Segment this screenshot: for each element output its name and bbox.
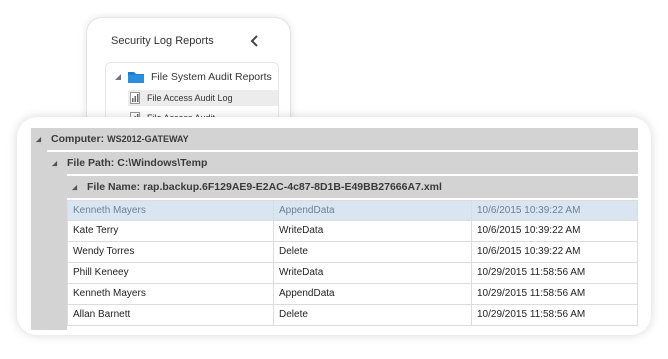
cell-user: Allan Barnett [67, 305, 273, 325]
table-row[interactable]: Kenneth Mayers AppendData 10/29/2015 11:… [67, 284, 638, 305]
cell-time: 10/29/2015 11:58:56 AM [471, 263, 638, 283]
table-row[interactable]: Allan Barnett Delete 10/29/2015 11:58:56… [67, 305, 638, 326]
table-row[interactable]: Kate Terry WriteData 10/6/2015 10:39:22 … [67, 221, 638, 242]
table-row[interactable]: Phill Keneey WriteData 10/29/2015 11:58:… [67, 263, 638, 284]
cell-time: 10/29/2015 11:58:56 AM [471, 284, 638, 304]
cell-user: Kenneth Mayers [67, 284, 273, 304]
group-row-file-path[interactable]: File Path: C:\Windows\Temp [47, 152, 638, 174]
cell-action: Delete [273, 305, 471, 325]
triangle-expanded-icon[interactable] [71, 184, 78, 191]
report-icon [130, 92, 140, 104]
table-row[interactable]: Wendy Torres Delete 10/6/2015 10:39:22 A… [67, 242, 638, 263]
group-value: WS2012-GATEWAY [107, 134, 189, 144]
chevron-left-icon[interactable] [249, 34, 261, 48]
cell-time: 10/6/2015 10:39:22 AM [471, 201, 638, 221]
tree-folder-file-system-audit-reports[interactable]: File System Audit Reports [114, 69, 272, 85]
folder-icon [128, 72, 144, 83]
cell-action: Delete [273, 242, 471, 262]
cell-user: Wendy Torres [67, 242, 273, 262]
triangle-expanded-icon[interactable] [51, 160, 58, 167]
cell-time: 10/6/2015 10:39:22 AM [471, 242, 638, 262]
cell-user: Phill Keneey [67, 263, 273, 283]
cell-action: AppendData [273, 284, 471, 304]
table-row[interactable]: Kenneth Mayers AppendData 10/6/2015 10:3… [67, 200, 638, 221]
security-log-reports-panel: Security Log Reports File System Audit R… [86, 17, 291, 134]
triangle-expanded-icon[interactable] [114, 73, 122, 81]
cell-user: Kate Terry [67, 221, 273, 241]
cell-action: WriteData [273, 263, 471, 283]
data-rows: Kenneth Mayers AppendData 10/6/2015 10:3… [67, 200, 638, 326]
panel-title: Security Log Reports [111, 35, 214, 47]
tree-item-label: File Access Audit Log [147, 93, 233, 103]
tree-folder-label: File System Audit Reports [151, 71, 272, 83]
group-label: File Name: [87, 181, 141, 193]
group-label: File Path: [67, 157, 115, 169]
audit-log-grid-panel: Computer: WS2012-GATEWAY File Path: C:\W… [17, 117, 651, 335]
tree-item-file-access-audit-log[interactable]: File Access Audit Log [128, 90, 278, 106]
group-indent [31, 150, 47, 330]
group-value: C:\Windows\Temp [117, 157, 208, 169]
group-indent [47, 174, 67, 330]
group-value: rap.backup.6F129AE9-E2AC-4c87-8D1B-E49BB… [143, 181, 442, 193]
cell-action: AppendData [273, 201, 471, 221]
cell-time: 10/6/2015 10:39:22 AM [471, 221, 638, 241]
group-row-computer[interactable]: Computer: WS2012-GATEWAY [31, 128, 638, 150]
cell-user: Kenneth Mayers [67, 201, 273, 221]
triangle-expanded-icon[interactable] [35, 136, 42, 143]
cell-time: 10/29/2015 11:58:56 AM [471, 305, 638, 325]
group-row-file-name[interactable]: File Name: rap.backup.6F129AE9-E2AC-4c87… [67, 176, 638, 198]
group-label: Computer: [51, 133, 105, 145]
cell-action: WriteData [273, 221, 471, 241]
